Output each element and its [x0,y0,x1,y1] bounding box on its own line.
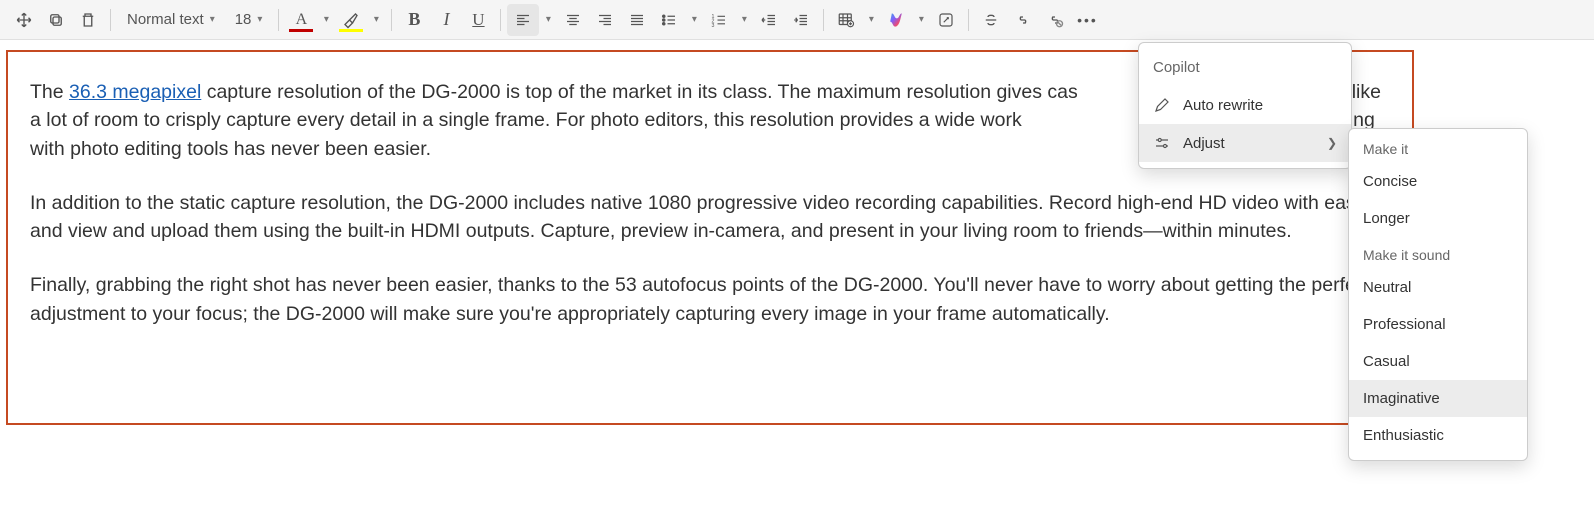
adjust-label: Adjust [1183,135,1225,152]
paragraph-3: Finally, grabbing the right shot has nev… [30,271,1390,328]
separator [391,9,392,31]
imaginative-item[interactable]: Imaginative [1349,380,1527,417]
font-color-button[interactable]: A [285,4,317,36]
bulleted-list-chevron[interactable]: ▾ [685,4,703,36]
hyperlink-megapixel[interactable]: 36.3 megapixel [69,81,201,103]
bulleted-list-button[interactable] [653,4,685,36]
insert-table-button[interactable] [830,4,862,36]
chevron-right-icon: ❯ [1327,136,1337,150]
decrease-indent-button[interactable] [753,4,785,36]
adjust-submenu: Make it Concise Longer Make it sound Neu… [1348,128,1528,461]
enthusiastic-item[interactable]: Enthusiastic [1349,417,1527,454]
align-justify-button[interactable] [621,4,653,36]
separator [823,9,824,31]
increase-indent-button[interactable] [785,4,817,36]
paragraph-style-select[interactable]: Normal text ▾ [117,4,225,36]
underline-button[interactable]: U [462,4,494,36]
move-icon[interactable] [8,4,40,36]
chevron-down-icon: ▾ [210,14,215,25]
insert-link-button[interactable] [1007,4,1039,36]
italic-button[interactable]: I [430,4,462,36]
formatting-toolbar: Normal text ▾ 18 ▾ A ▾ ▾ B I U ▾ ▾ [0,0,1594,40]
sliders-icon [1153,134,1171,152]
bold-button[interactable]: B [398,4,430,36]
auto-rewrite-item[interactable]: Auto rewrite [1139,86,1351,124]
make-it-header: Make it [1349,131,1527,163]
align-right-button[interactable] [589,4,621,36]
auto-rewrite-label: Auto rewrite [1183,97,1263,114]
font-color-chevron[interactable]: ▾ [317,4,335,36]
copy-icon[interactable] [40,4,72,36]
copilot-button[interactable] [880,4,912,36]
more-options-button[interactable]: ••• [1071,4,1103,36]
longer-item[interactable]: Longer [1349,200,1527,237]
highlight-color-bar [339,29,363,32]
numbered-list-chevron[interactable]: ▾ [735,4,753,36]
concise-item[interactable]: Concise [1349,163,1527,200]
adjust-item[interactable]: Adjust ❯ [1139,124,1351,162]
delete-icon[interactable] [72,4,104,36]
copilot-chevron[interactable]: ▾ [912,4,930,36]
font-size-value: 18 [235,11,252,28]
font-size-select[interactable]: 18 ▾ [225,4,273,36]
paragraph-2: In addition to the static capture resolu… [30,189,1390,246]
neutral-item[interactable]: Neutral [1349,269,1527,306]
align-center-button[interactable] [557,4,589,36]
separator [278,9,279,31]
rewrite-icon[interactable] [930,4,962,36]
align-chevron[interactable]: ▾ [539,4,557,36]
copilot-menu: Copilot Auto rewrite Adjust ❯ [1138,42,1352,169]
chevron-down-icon: ▾ [257,14,262,25]
strikethrough-button[interactable] [975,4,1007,36]
make-it-sound-header: Make it sound [1349,237,1527,269]
align-left-button[interactable] [507,4,539,36]
separator [110,9,111,31]
casual-item[interactable]: Casual [1349,343,1527,380]
highlight-color-chevron[interactable]: ▾ [367,4,385,36]
paragraph-style-label: Normal text [127,11,204,28]
copilot-menu-title: Copilot [1139,45,1351,86]
highlight-color-button[interactable] [335,4,367,36]
separator [500,9,501,31]
professional-item[interactable]: Professional [1349,306,1527,343]
insert-table-chevron[interactable]: ▾ [862,4,880,36]
pen-icon [1153,96,1171,114]
svg-text:3: 3 [712,22,715,28]
font-color-bar [289,29,313,32]
clear-formatting-button[interactable] [1039,4,1071,36]
numbered-list-button[interactable]: 1 2 3 [703,4,735,36]
separator [968,9,969,31]
